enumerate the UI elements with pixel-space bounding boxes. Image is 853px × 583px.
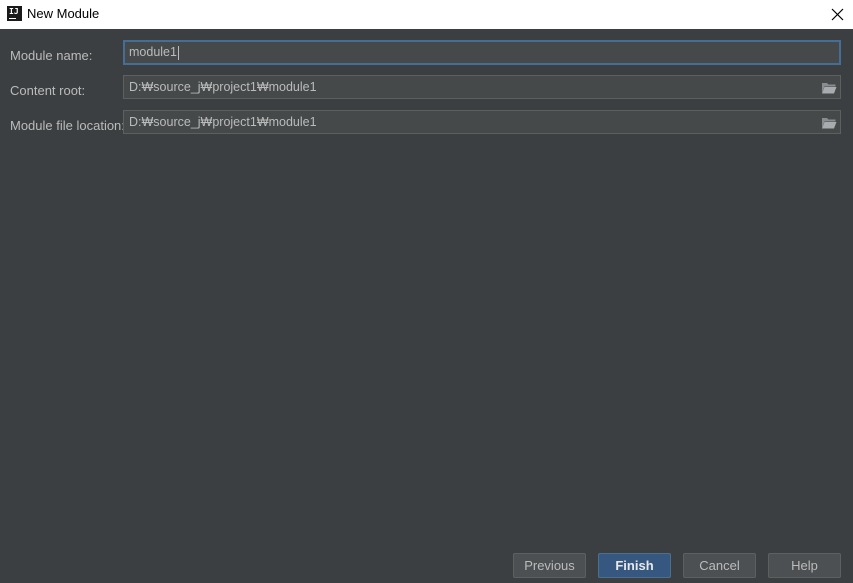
module-file-location-label: Module file location: — [10, 118, 125, 133]
content-root-label: Content root: — [10, 83, 86, 98]
module-name-label: Module name: — [10, 48, 93, 63]
module-file-location-browse-button[interactable] — [821, 115, 837, 129]
content-root-value: D:₩source_j₩project1₩module1 — [129, 80, 317, 94]
close-icon — [831, 8, 844, 21]
intellij-app-icon: IJ — [7, 6, 22, 21]
folder-icon — [822, 83, 837, 94]
text-caret — [177, 45, 179, 60]
module-file-location-input[interactable]: D:₩source_j₩project1₩module1 — [123, 110, 841, 134]
folder-icon — [822, 118, 837, 129]
previous-button[interactable]: Previous — [513, 553, 586, 578]
app-icon-text: IJ — [9, 7, 19, 16]
content-root-input[interactable]: D:₩source_j₩project1₩module1 — [123, 75, 841, 99]
finish-button[interactable]: Finish — [598, 553, 671, 578]
dialog-title: New Module — [27, 6, 100, 21]
module-file-location-value: D:₩source_j₩project1₩module1 — [129, 115, 317, 129]
cancel-button[interactable]: Cancel — [683, 553, 756, 578]
close-button[interactable] — [823, 0, 853, 29]
module-name-value: module1 — [129, 45, 177, 59]
module-name-input[interactable]: module1 — [123, 40, 841, 65]
new-module-dialog: IJ New Module Module name: module1 Conte… — [0, 0, 853, 583]
title-bar: IJ New Module — [0, 0, 853, 29]
content-root-browse-button[interactable] — [821, 80, 837, 94]
help-button[interactable]: Help — [768, 553, 841, 578]
